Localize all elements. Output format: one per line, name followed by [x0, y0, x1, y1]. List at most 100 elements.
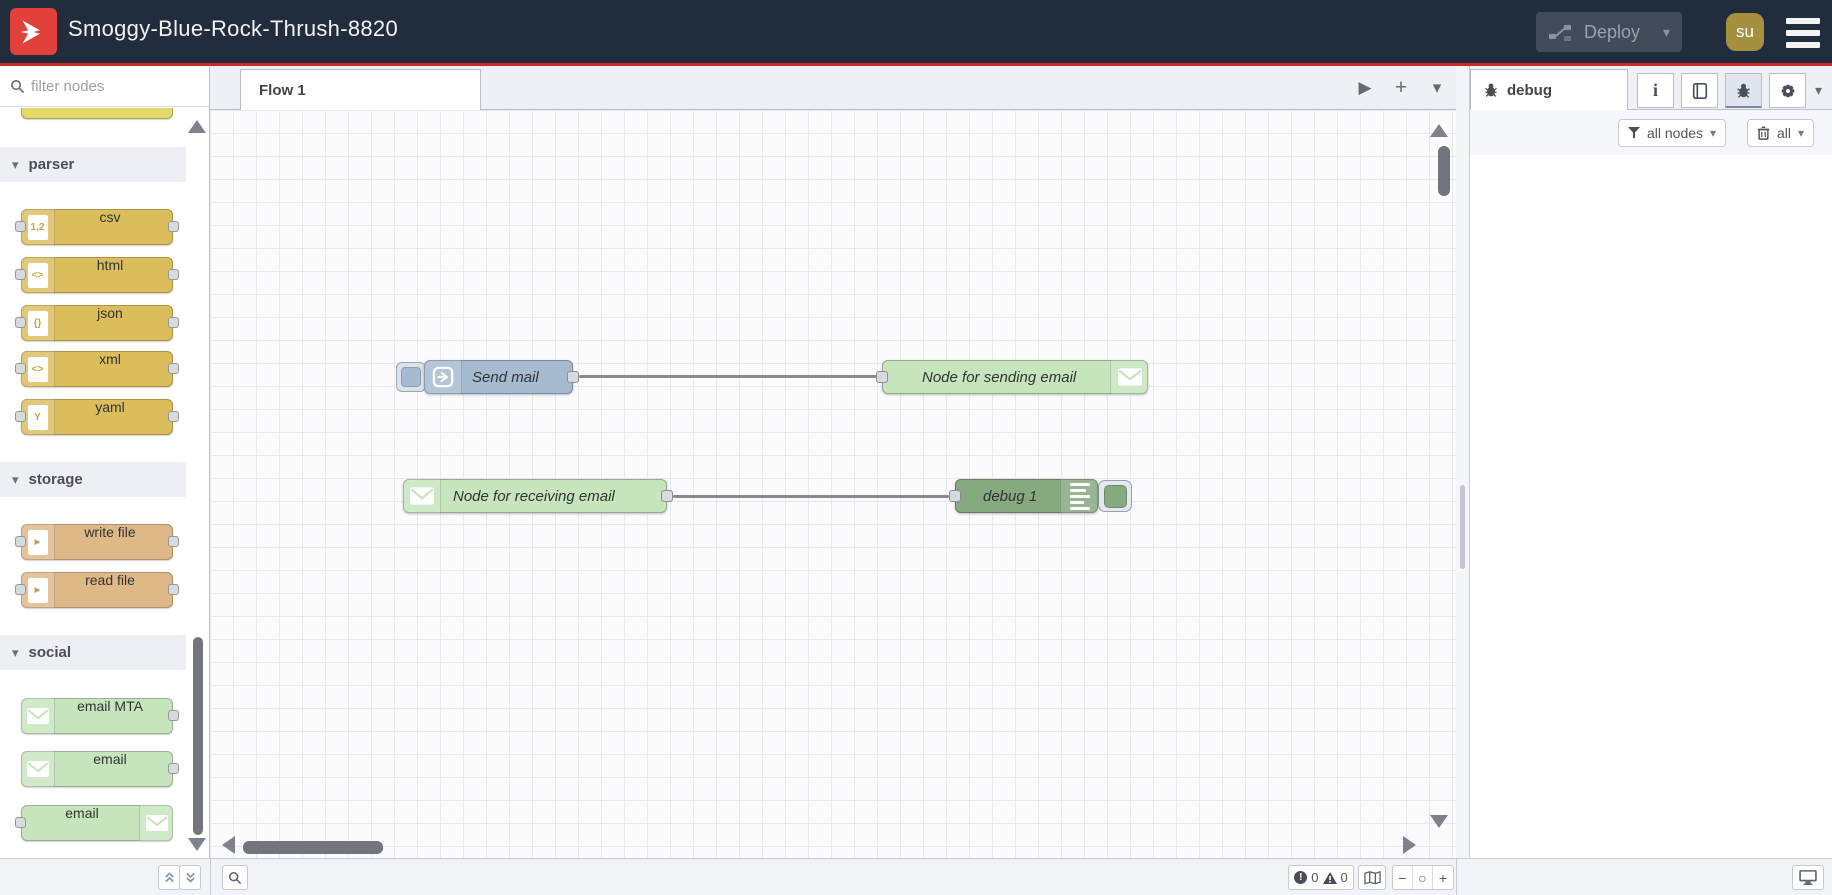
zoom-reset-button[interactable]: ○ — [1413, 866, 1433, 889]
palette-node-read-file[interactable]: ► read file — [15, 572, 179, 608]
output-port[interactable] — [168, 269, 179, 280]
canvas-horizontal-scrollbar[interactable] — [243, 841, 383, 854]
inject-trigger-inner — [401, 367, 421, 387]
input-port[interactable] — [15, 536, 26, 547]
palette-node-email-in[interactable]: email — [21, 751, 179, 787]
output-port[interactable] — [168, 317, 179, 328]
envelope-icon — [21, 751, 55, 787]
input-port[interactable] — [15, 584, 26, 595]
output-port[interactable] — [168, 221, 179, 232]
palette-scrollbar[interactable] — [193, 637, 203, 835]
canvas-node-receiving-email[interactable]: Node for receiving email — [403, 479, 673, 513]
debug-toggle-button[interactable] — [1098, 480, 1132, 512]
input-port[interactable] — [15, 411, 26, 422]
zoom-out-button[interactable]: − — [1393, 866, 1413, 889]
palette-node-xml[interactable]: <> xml — [15, 351, 179, 387]
input-port[interactable] — [15, 221, 26, 232]
help-tab-button[interactable] — [1681, 73, 1718, 108]
canvas-node-sending-email[interactable]: Node for sending email — [876, 360, 1148, 394]
output-port[interactable] — [567, 371, 579, 383]
canvas-vertical-scrollbar[interactable] — [1438, 146, 1450, 196]
output-port[interactable] — [168, 363, 179, 374]
palette-scroll-down-arrow[interactable] — [188, 838, 206, 851]
bug-icon — [1485, 83, 1497, 97]
deploy-button[interactable]: Deploy ▾ — [1536, 12, 1682, 52]
palette-category-parser[interactable]: ▾ parser — [0, 147, 186, 182]
input-port[interactable] — [949, 490, 961, 502]
flow-list-button[interactable]: ▶ — [1354, 78, 1376, 98]
debug-filter-button[interactable]: all nodes ▾ — [1618, 119, 1727, 147]
palette-node-csv[interactable]: 1,2 csv — [15, 209, 179, 245]
flow-menu-caret-icon[interactable]: ▾ — [1426, 78, 1448, 98]
main-menu-button[interactable] — [1786, 18, 1820, 48]
palette-search[interactable] — [0, 66, 209, 107]
palette-node-partial[interactable] — [21, 108, 173, 119]
palette-node-write-file[interactable]: ► write file — [15, 524, 179, 560]
canvas-scroll-left-arrow[interactable] — [222, 836, 235, 854]
palette-node-label: email MTA — [77, 698, 143, 714]
tab-debug[interactable]: debug — [1470, 69, 1628, 110]
output-port[interactable] — [661, 490, 673, 502]
palette-node-email-mta[interactable]: email MTA — [21, 698, 179, 734]
user-avatar[interactable]: su — [1726, 13, 1764, 51]
sidebar-splitter[interactable] — [1456, 66, 1470, 858]
palette-node-yaml[interactable]: Y yaml — [15, 399, 179, 435]
canvas-scroll-right-arrow[interactable] — [1403, 836, 1416, 854]
node-palette: ▾ parser 1,2 csv <> html {} json — [0, 66, 210, 858]
input-port[interactable] — [15, 363, 26, 374]
info-icon: i — [1652, 80, 1658, 100]
input-port[interactable] — [876, 371, 888, 383]
palette-node-json[interactable]: {} json — [15, 305, 179, 341]
zoom-in-button[interactable]: + — [1433, 866, 1453, 889]
palette-node-label: email — [93, 751, 127, 767]
config-tab-button[interactable] — [1769, 73, 1806, 108]
output-port[interactable] — [168, 584, 179, 595]
palette-node-html[interactable]: <> html — [15, 257, 179, 293]
palette-scroll-up-arrow[interactable] — [188, 120, 206, 133]
flow-status-counts[interactable]: ! 0 0 — [1288, 865, 1354, 890]
map-icon — [1363, 870, 1381, 885]
chevron-down-icon: ▾ — [12, 644, 19, 660]
flow-canvas[interactable]: Send mail Node for sending email Node fo… — [210, 110, 1456, 858]
tab-flow-1[interactable]: Flow 1 — [240, 69, 481, 110]
inject-trigger-button[interactable] — [396, 362, 426, 392]
palette-node-label: yaml — [95, 399, 125, 415]
sidebar-menu-caret-icon[interactable]: ▾ — [1815, 82, 1822, 99]
canvas-node-debug-1[interactable]: debug 1 — [949, 479, 1098, 513]
splitter-handle[interactable] — [1460, 485, 1465, 569]
input-port[interactable] — [15, 317, 26, 328]
search-flows-button[interactable] — [222, 865, 248, 890]
canvas-scroll-up-arrow[interactable] — [1430, 124, 1448, 137]
palette-collapse-all-button[interactable] — [158, 865, 180, 890]
info-tab-button[interactable]: i — [1637, 73, 1674, 108]
palette-node-email-out[interactable]: email — [15, 805, 173, 841]
warning-icon — [1322, 871, 1337, 884]
envelope-icon — [403, 479, 441, 513]
navigator-button[interactable] — [1358, 865, 1386, 890]
wire[interactable] — [673, 495, 949, 498]
debug-clear-button[interactable]: all ▾ — [1747, 119, 1815, 147]
file-csv-icon: 1,2 — [21, 209, 55, 245]
debug-tab-button[interactable] — [1725, 73, 1762, 108]
add-flow-button[interactable]: + — [1390, 76, 1412, 100]
chevron-down-icon: ▾ — [12, 156, 19, 172]
palette-category-social[interactable]: ▾ social — [0, 635, 186, 670]
output-port[interactable] — [168, 710, 179, 721]
category-label: social — [28, 644, 72, 661]
wire[interactable] — [579, 375, 882, 378]
palette-expand-all-button[interactable] — [179, 865, 201, 890]
output-port[interactable] — [168, 411, 179, 422]
deploy-options-caret-icon[interactable]: ▾ — [1663, 24, 1670, 41]
deploy-button-label: Deploy — [1584, 21, 1641, 42]
input-port[interactable] — [15, 269, 26, 280]
envelope-icon — [21, 698, 55, 734]
input-port[interactable] — [15, 817, 26, 828]
inject-arrow-icon — [424, 360, 462, 394]
canvas-scroll-down-arrow[interactable] — [1430, 815, 1448, 828]
filter-nodes-input[interactable] — [31, 77, 181, 95]
open-in-window-button[interactable] — [1792, 865, 1824, 890]
canvas-node-send-mail[interactable]: Send mail — [424, 360, 579, 394]
palette-category-storage[interactable]: ▾ storage — [0, 462, 186, 497]
output-port[interactable] — [168, 536, 179, 547]
output-port[interactable] — [168, 763, 179, 774]
